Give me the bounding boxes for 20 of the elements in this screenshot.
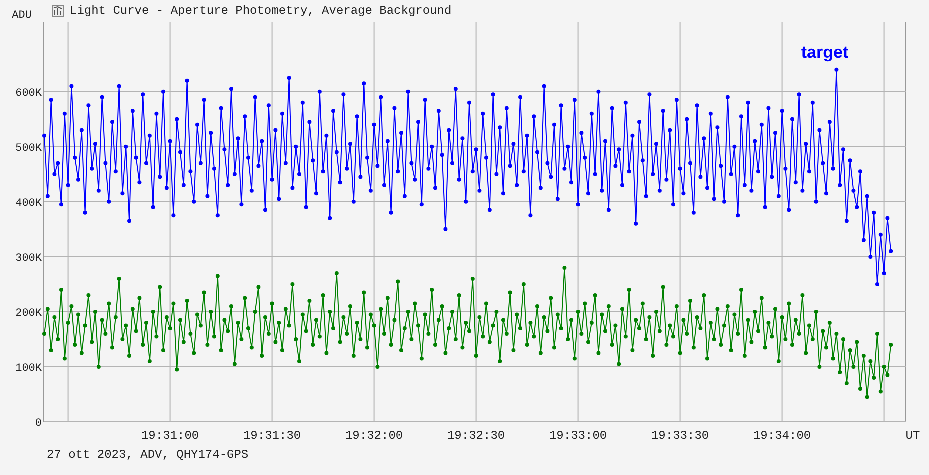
x-axis-label: UT xyxy=(906,429,920,443)
x-tick-label: 19:32:30 xyxy=(448,429,506,443)
x-tick-label: 19:31:30 xyxy=(244,429,302,443)
x-tick-label: 19:34:00 xyxy=(754,429,812,443)
y-axis-label: ADU xyxy=(11,10,33,22)
y-tick-label: 400K xyxy=(16,198,42,210)
x-tick-label: 19:33:00 xyxy=(550,429,608,443)
y-tick-label: 100K xyxy=(16,362,42,375)
y-tick-label: 200K xyxy=(16,308,42,320)
y-tick-label: 600K xyxy=(16,88,42,100)
y-tick-label: 300K xyxy=(16,252,42,265)
x-tick-label: 19:32:00 xyxy=(346,429,404,443)
y-tick-label: 0 xyxy=(35,418,42,430)
y-tick-label: 500K xyxy=(16,142,42,155)
x-tick-label: 19:31:00 xyxy=(142,429,200,443)
chart-icon xyxy=(52,5,64,17)
footer-caption: 27 ott 2023, ADV, QHY174-GPS xyxy=(46,448,250,462)
legend-label: target xyxy=(801,43,849,62)
x-tick-label: 19:33:30 xyxy=(652,429,710,443)
chart-title: Light Curve - Aperture Photometry, Average Background xyxy=(70,4,452,20)
